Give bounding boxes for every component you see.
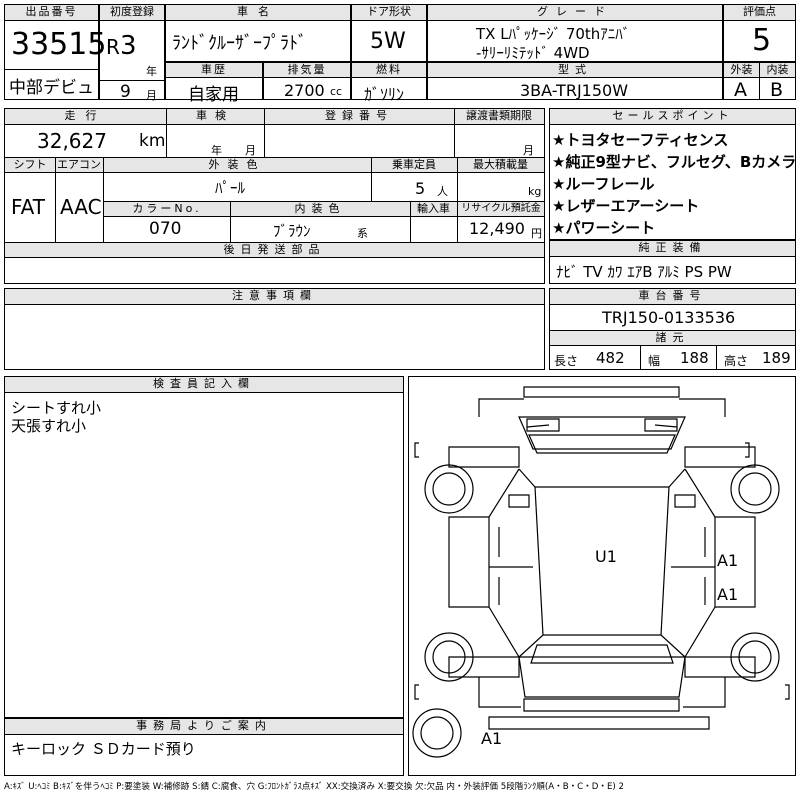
sales-points-block: セールスポイント ★トヨタセーフティセンス ★純正9型ナビ、フルセグ、Bカメラ … xyxy=(549,108,796,240)
vehicle-info-block: 走行 車検 登録番号 譲渡書類期限 32,627 km 年 月 月 シフト エア… xyxy=(4,108,545,284)
aircon: AAC xyxy=(60,195,102,219)
model-cell: 型式 3BA-TRJ150W xyxy=(427,62,723,100)
inspector-note-2: 天張すれ小 xyxy=(11,417,87,435)
wheel-front-right xyxy=(730,464,780,514)
exterior-grade-cell: 外装 A xyxy=(723,62,760,101)
score-cell: 評価点 5 xyxy=(723,4,796,62)
sales-point-1: ★トヨタセーフティセンス xyxy=(552,131,729,149)
grade-line1: TX Lﾊﾟｯｹｰｼﾞ 70thｱﾆﾊﾞ xyxy=(476,25,631,43)
grade-cell: グレード TX Lﾊﾟｯｹｰｼﾞ 70thｱﾆﾊﾞ -ｻﾘｰﾘﾐﾃｯﾄﾞ 4WD xyxy=(427,4,723,62)
legend: A:ｷｽﾞ U:ﾍｺﾐ B:ｷｽﾞを伴うﾍｺﾐ P:要塗装 W:補修跡 S:錆 … xyxy=(4,782,624,792)
office-block: 事務局よりご案内 キーロック ＳＤカード預り xyxy=(4,718,404,776)
notes-block: 注意事項欄 xyxy=(4,288,545,370)
mileage: 32,627 xyxy=(37,129,107,153)
sales-point-3: ★ルーフレール xyxy=(552,175,655,193)
car-name: ﾗﾝﾄﾞｸﾙｰｻﾞｰﾌﾟﾗﾄﾞ xyxy=(172,33,307,54)
length: 482 xyxy=(596,349,625,367)
interior-grade: B xyxy=(770,79,784,101)
inspector-block: 検査員記入欄 シートすれ小 天張すれ小 xyxy=(4,376,404,718)
diagram-mark-right-rear: A1 xyxy=(717,585,739,604)
chassis-number: TRJ150-0133536 xyxy=(602,308,736,327)
rear-bumper xyxy=(523,698,680,712)
body-outline xyxy=(448,446,756,468)
genuine-equipment-block: 純正装備 ﾅﾋﾞ TV ｶﾜ ｴｱB ｱﾙﾐ PS PW xyxy=(549,240,796,284)
month: 9 xyxy=(120,82,131,102)
score: 5 xyxy=(752,23,772,58)
door-cell: ドア形状 5W xyxy=(351,4,427,62)
era: R xyxy=(106,35,120,59)
sales-point-5: ★パワーシート xyxy=(552,219,656,237)
interior-grade-cell: 内装 B xyxy=(759,62,796,101)
venue: 中部デビュ xyxy=(9,78,94,98)
history: 自家用 xyxy=(188,85,239,105)
grade-line2: -ｻﾘｰﾘﾐﾃｯﾄﾞ 4WD xyxy=(476,44,590,62)
interior-color: ﾌﾞﾗｳﾝ xyxy=(273,222,311,240)
displacement-cell: 排気量 2700 cc xyxy=(263,62,351,100)
lot-number-header: 出品番号 xyxy=(5,5,98,21)
genuine-equipment: ﾅﾋﾞ TV ｶﾜ ｴｱB ｱﾙﾐ PS PW xyxy=(556,263,732,281)
lot-number: 33515 xyxy=(11,27,107,62)
first-registration-cell: 初度登録 R 3 年 9 月 xyxy=(99,4,165,102)
diagram-mark-roof: U1 xyxy=(595,547,617,566)
displacement: 2700 xyxy=(284,81,325,100)
history-cell: 車歴 自家用 xyxy=(165,62,263,105)
color-number: 070 xyxy=(149,219,182,239)
diagram-mark-right-front: A1 xyxy=(717,551,739,570)
exterior-color: ﾊﾟｰﾙ xyxy=(215,179,246,197)
lot-number-cell: 出品番号 33515 中部デビュ xyxy=(4,4,106,100)
windshield xyxy=(528,434,676,454)
wheel-front-left xyxy=(424,464,474,514)
sales-point-2: ★純正9型ナビ、フルセグ、Bカメラ xyxy=(552,153,797,171)
office-note: キーロック ＳＤカード預り xyxy=(11,740,196,758)
year: 3 xyxy=(120,31,137,61)
car-diagram-svg xyxy=(412,386,790,758)
front-bumper xyxy=(523,386,680,398)
sales-point-4: ★レザーエアーシート xyxy=(552,197,700,215)
shift: FAT xyxy=(11,195,46,219)
width: 188 xyxy=(680,349,709,367)
chassis-block: 車台番号 TRJ150-0133536 諸元 長さ 482 幅 188 高さ 1… xyxy=(549,288,796,370)
hood xyxy=(518,416,686,450)
fuel-cell: 燃料 ｶﾞｿﾘﾝ xyxy=(351,62,427,104)
door-type: 5W xyxy=(370,29,406,54)
recycle-fee: 12,490 xyxy=(469,219,525,238)
fuel: ｶﾞｿﾘﾝ xyxy=(364,85,405,104)
spare-tire xyxy=(412,708,462,758)
diagram-mark-spare: A1 xyxy=(481,729,503,748)
capacity: 5 xyxy=(415,179,426,198)
model: 3BA-TRJ150W xyxy=(520,81,629,100)
damage-diagram: U1 A1 A1 A1 xyxy=(408,376,796,776)
height: 189 xyxy=(762,349,791,367)
exterior-grade: A xyxy=(734,79,747,101)
car-name-cell: 車名 ﾗﾝﾄﾞｸﾙｰｻﾞｰﾌﾟﾗﾄﾞ xyxy=(165,4,351,62)
